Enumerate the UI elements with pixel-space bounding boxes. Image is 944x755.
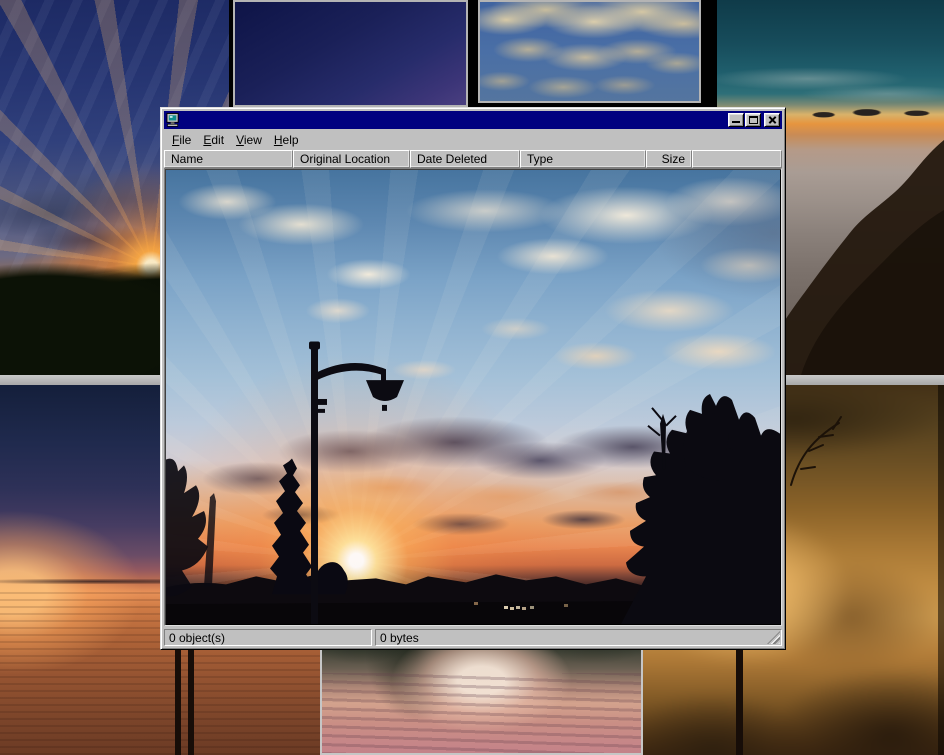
column-header-size[interactable]: Size	[646, 150, 692, 168]
lamp-pole-silhouette	[736, 640, 743, 755]
town-lights	[504, 606, 508, 609]
minimize-icon	[732, 121, 740, 123]
wallpaper-photo-plant-silhouette	[233, 0, 468, 107]
recycle-bin-window[interactable]: File Edit View Help Name Original Locati…	[160, 107, 786, 650]
maximize-icon	[749, 116, 758, 124]
column-header-name[interactable]: Name	[164, 150, 293, 168]
column-header-date-deleted[interactable]: Date Deleted	[410, 150, 520, 168]
file-list-area[interactable]	[164, 168, 782, 626]
menu-view[interactable]: View	[230, 131, 268, 149]
water-ripples	[322, 673, 641, 753]
desktop: File Edit View Help Name Original Locati…	[0, 0, 944, 755]
sunset-lamp-photo	[166, 170, 780, 624]
menu-help[interactable]: Help	[268, 131, 305, 149]
menu-bar: File Edit View Help	[164, 130, 782, 150]
minimize-button[interactable]	[728, 113, 744, 127]
photo-edge-shadow	[938, 385, 944, 755]
status-bar: 0 object(s) 0 bytes	[164, 629, 782, 646]
column-header-original-location[interactable]: Original Location	[293, 150, 410, 168]
night-sky	[235, 2, 466, 105]
photo-silhouettes	[166, 170, 780, 624]
cloud-field	[480, 2, 699, 101]
close-button[interactable]	[764, 113, 780, 127]
wallpaper-photo-altocumulus-sky	[478, 0, 701, 103]
column-header-blank[interactable]	[692, 150, 782, 168]
menu-file[interactable]: File	[166, 131, 197, 149]
window-title[interactable]	[184, 111, 728, 129]
titlebar[interactable]	[164, 111, 782, 129]
column-header-row: Name Original Location Date Deleted Type…	[164, 150, 782, 168]
status-object-count: 0 object(s)	[164, 629, 372, 646]
pier-pole	[175, 637, 181, 755]
maximize-button[interactable]	[745, 113, 761, 127]
pier-pole	[188, 643, 194, 755]
status-size: 0 bytes	[375, 629, 782, 646]
menu-edit[interactable]: Edit	[197, 131, 230, 149]
column-header-type[interactable]: Type	[520, 150, 646, 168]
computer-icon[interactable]	[166, 113, 181, 127]
resize-grip[interactable]	[767, 631, 780, 644]
